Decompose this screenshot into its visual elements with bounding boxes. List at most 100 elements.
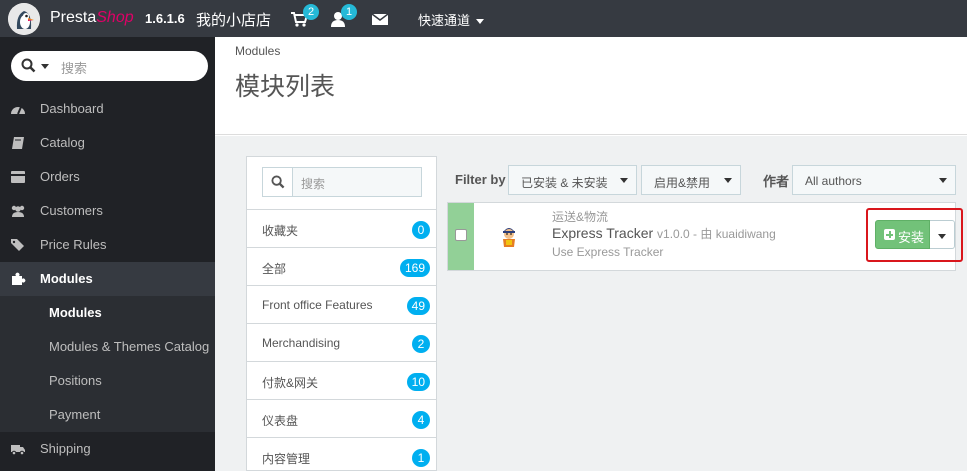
sidebar-subitem-payment[interactable]: Payment: [0, 398, 215, 432]
module-select-cell: [448, 203, 474, 270]
sidebar-item-modules[interactable]: Modules: [0, 262, 215, 296]
install-button-label: 安装: [898, 230, 925, 245]
select-arrow-icon: [620, 178, 628, 183]
sidebar-item-label: Shipping: [40, 441, 91, 456]
module-logo-icon: [503, 228, 515, 247]
category-count-badge: 169: [399, 259, 430, 277]
admin-sidebar: 搜索 Dashboard Catalog Orders Customers Pr…: [0, 37, 215, 471]
enabled-status-value: 启用&禁用: [654, 176, 711, 190]
puzzle-icon: [12, 272, 26, 285]
category-search-addon: [263, 168, 293, 196]
sidebar-subitem-label: Payment: [49, 407, 101, 422]
sidebar-item-orders[interactable]: Orders: [0, 160, 215, 194]
sidebar-item-label: Orders: [40, 169, 80, 184]
cart-badge: 2: [303, 4, 319, 20]
quick-access-menu[interactable]: 快速通道: [418, 10, 484, 29]
sidebar-subitem-label: Modules & Themes Catalog: [49, 339, 210, 354]
category-count-badge: 49: [406, 297, 430, 315]
caret-down-icon: [475, 19, 484, 25]
puffin-logo-icon: [8, 3, 40, 35]
category-count-badge: 10: [406, 373, 430, 391]
credit-card-icon: [11, 171, 25, 183]
category-count-badge: 2: [412, 335, 430, 353]
sidebar-item-price-rules[interactable]: Price Rules: [0, 228, 215, 262]
sidebar-item-customers[interactable]: Customers: [0, 194, 215, 228]
install-status-select[interactable]: 已安装 & 未安装: [508, 165, 637, 195]
category-item-content-management[interactable]: 内容管理 1: [247, 437, 436, 471]
customer-badge: 1: [341, 4, 357, 20]
module-name: Express Tracker v1.0.0 - 由 kuaidiwang: [552, 225, 776, 242]
store-name-link[interactable]: 我的小店店: [196, 9, 271, 30]
tags-icon: [11, 239, 24, 251]
page-title: 模块列表: [235, 73, 336, 101]
author-label: 作者: [763, 174, 790, 189]
top-navbar: PrestaShop 1.6.1.6 我的小店店 2 1 快速通道: [0, 0, 967, 37]
category-count-badge: 4: [412, 411, 430, 429]
search-icon: [271, 175, 285, 189]
search-icon: [21, 58, 36, 73]
sidebar-search[interactable]: 搜索: [11, 51, 208, 81]
category-search-input[interactable]: 搜索: [262, 167, 422, 197]
sidebar-item-catalog[interactable]: Catalog: [0, 126, 215, 160]
dashboard-icon: [11, 106, 25, 115]
category-item-favorites[interactable]: 收藏夹 0: [247, 209, 436, 247]
category-item-all[interactable]: 全部 169: [247, 247, 436, 285]
install-options-dropdown-button[interactable]: [930, 220, 955, 249]
plus-square-icon: [884, 229, 895, 240]
category-label: 仪表盘: [262, 414, 299, 428]
envelope-icon[interactable]: [371, 10, 389, 28]
select-arrow-icon: [724, 178, 732, 183]
category-search-placeholder: 搜索: [301, 177, 326, 191]
select-arrow-icon: [939, 178, 947, 183]
sidebar-item-label: Price Rules: [40, 237, 107, 252]
quick-access-label: 快速通道: [418, 13, 471, 28]
category-label: 收藏夹: [262, 224, 299, 238]
category-label: 全部: [262, 262, 287, 276]
prestashop-logo[interactable]: [8, 3, 40, 35]
search-type-caret-icon[interactable]: [41, 64, 49, 69]
sidebar-item-shipping[interactable]: Shipping: [0, 432, 215, 466]
category-item-merchandising[interactable]: Merchandising 2: [247, 323, 436, 361]
category-label: 内容管理: [262, 452, 311, 466]
category-count-badge: 0: [412, 221, 430, 239]
module-description: Use Express Tracker: [552, 245, 664, 259]
module-version-author: v1.0.0 - 由 kuaidiwang: [657, 227, 776, 241]
sidebar-item-dashboard[interactable]: Dashboard: [0, 92, 215, 126]
book-icon: [12, 137, 24, 149]
author-value: All authors: [805, 174, 862, 188]
sidebar-subitem-label: Positions: [49, 373, 102, 388]
module-name-text: Express Tracker: [552, 225, 654, 241]
author-select[interactable]: All authors: [792, 165, 956, 195]
category-label: Front office Features: [262, 298, 373, 312]
category-label: 付款&网关: [262, 376, 319, 390]
category-label: Merchandising: [262, 336, 341, 350]
filter-by-label: Filter by: [455, 172, 506, 187]
sidebar-subitem-label: Modules: [49, 305, 102, 320]
module-checkbox[interactable]: [455, 229, 467, 241]
category-count-badge: 1: [412, 449, 430, 467]
category-panel: 搜索 收藏夹 0 全部 169 Front office Features 49…: [246, 156, 437, 471]
sidebar-subitem-modules-themes-catalog[interactable]: Modules & Themes Catalog: [0, 330, 215, 364]
category-item-dashboard[interactable]: 仪表盘 4: [247, 399, 436, 437]
install-button[interactable]: 安装: [875, 220, 930, 249]
version-label: 1.6.1.6: [145, 11, 185, 26]
brand-main: Presta: [50, 9, 97, 26]
breadcrumb[interactable]: Modules: [235, 44, 280, 58]
enabled-status-select[interactable]: 启用&禁用: [641, 165, 741, 195]
category-item-payments[interactable]: 付款&网关 10: [247, 361, 436, 399]
users-icon: [11, 205, 25, 217]
category-item-front-office[interactable]: Front office Features 49: [247, 285, 436, 323]
sidebar-subitem-positions[interactable]: Positions: [0, 364, 215, 398]
page-header: Modules 模块列表: [215, 37, 967, 135]
brand-accent: Shop: [96, 9, 134, 26]
sidebar-search-placeholder: 搜索: [61, 61, 88, 76]
module-category: 运送&物流: [552, 210, 609, 224]
sidebar-item-label: Dashboard: [40, 101, 104, 116]
truck-icon: [11, 445, 25, 456]
sidebar-item-label: Customers: [40, 203, 103, 218]
install-status-value: 已安装 & 未安装: [521, 176, 608, 190]
caret-down-icon: [938, 234, 946, 239]
brand-name[interactable]: PrestaShop: [50, 9, 134, 27]
sidebar-item-label: Catalog: [40, 135, 85, 150]
sidebar-subitem-modules[interactable]: Modules: [0, 296, 215, 330]
